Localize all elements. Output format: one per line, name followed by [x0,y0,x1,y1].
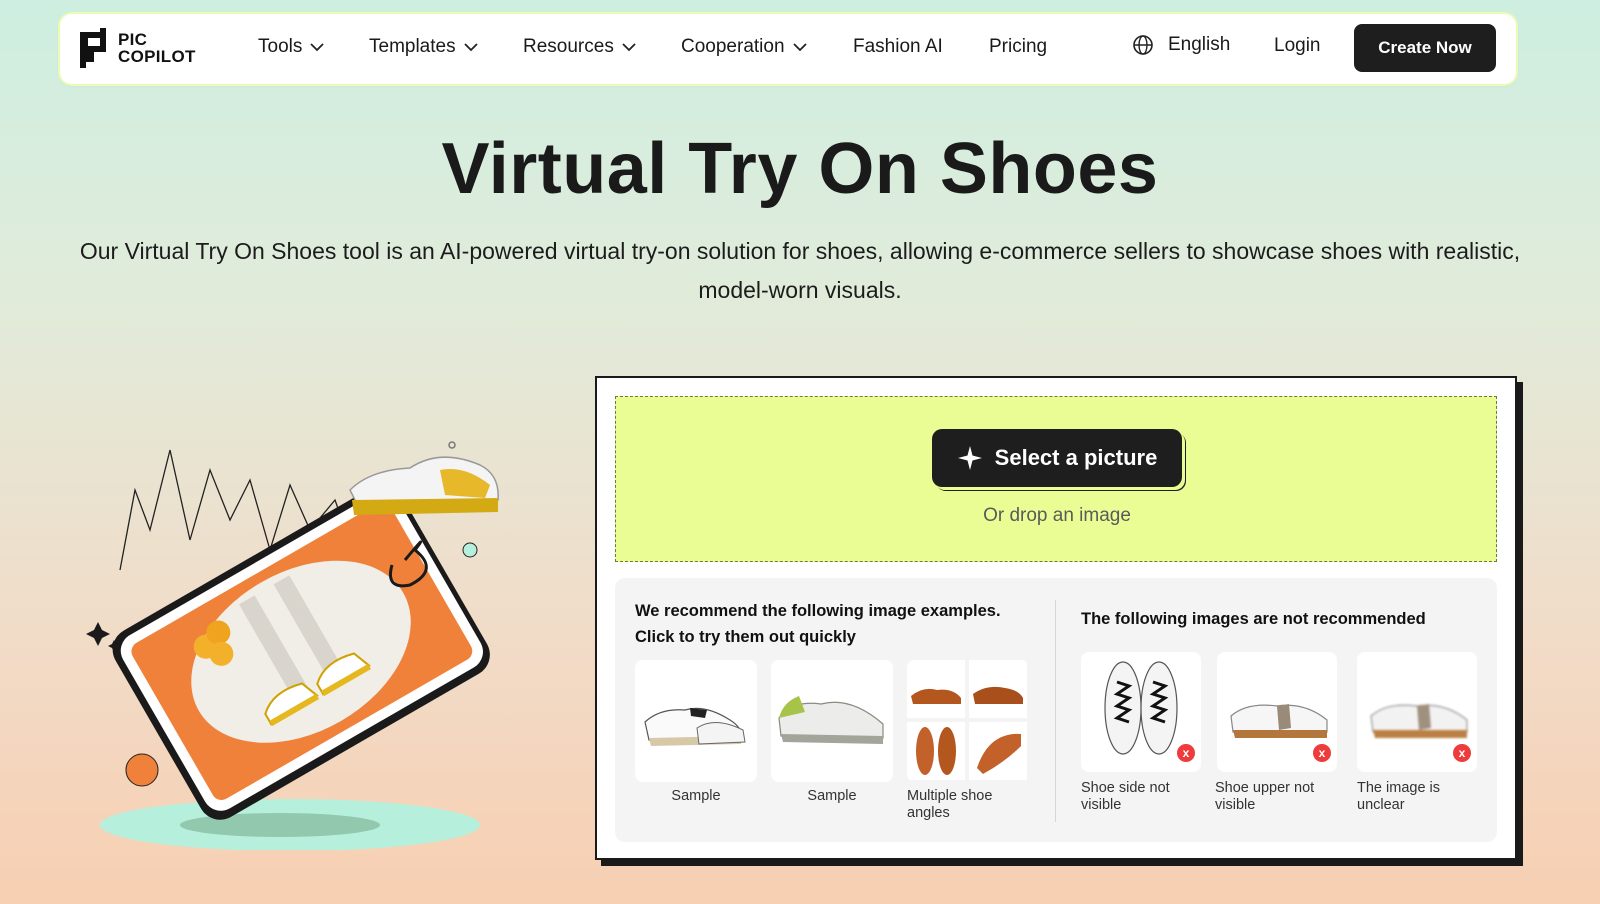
shoe-angle-top [907,722,965,780]
shoe-angle-front [969,722,1027,780]
nav-pricing-label: Pricing [989,36,1048,57]
select-picture-button[interactable]: Select a picture [932,429,1182,487]
nav-cooperation[interactable]: Cooperation [681,36,807,58]
not-recommended-3-label: The image is unclear [1357,780,1441,813]
not-recommended-badge-icon: x [1177,744,1195,762]
brand-logo[interactable]: PIC COPILOT [78,28,196,68]
sparkle-icon [86,622,110,646]
brand-line2: COPILOT [118,47,196,66]
chevron-down-icon [622,43,636,52]
nav-resources[interactable]: Resources [523,36,636,58]
nav-resources-label: Resources [523,36,614,57]
examples-divider [1055,600,1056,822]
recommended-heading: We recommend the following image example… [635,598,1001,650]
nav-cooperation-label: Cooperation [681,36,785,57]
not-recommended-1: x [1081,652,1201,772]
recommended-multiple-angles[interactable] [907,660,1029,782]
top-navbar: PIC COPILOT Tools Templates Resources Co… [60,14,1516,84]
not-recommended-heading: The following images are not recommended [1081,610,1426,628]
teal-dot-decoration [462,542,478,558]
recommended-multiple-angles-label: Multiple shoe angles [907,788,993,821]
recommended-sample-2[interactable] [771,660,893,782]
nav-fashion-ai[interactable]: Fashion AI [853,36,943,58]
nav-templates[interactable]: Templates [369,36,478,58]
not-recommended-2: x [1217,652,1337,772]
orange-dot-decoration [125,753,159,787]
brand-line1: PIC [118,30,148,49]
select-picture-label: Select a picture [994,445,1158,470]
pic-copilot-logo-icon [80,28,106,68]
page-title: Virtual Try On Shoes [441,129,1159,209]
recommended-heading-line2: Click to try them out quickly [635,628,856,646]
nav-fashion-ai-label: Fashion AI [853,36,943,57]
not-recommended-1-label: Shoe side not visible [1081,780,1170,813]
create-now-button[interactable]: Create Now [1354,24,1496,72]
shoe-angle-side-alt [969,660,1027,718]
not-recommended-badge-icon: x [1453,744,1471,762]
recommended-heading-line1: We recommend the following image example… [635,602,1001,620]
not-recommended-3: x [1357,652,1477,772]
brand-wordmark: PIC COPILOT [118,31,196,65]
login-link[interactable]: Login [1274,35,1321,57]
page-subtitle: Our Virtual Try On Shoes tool is an AI-p… [79,238,1521,303]
globe-icon [1133,35,1153,55]
upload-panel: Select a picture Or drop an image We rec… [595,376,1517,860]
nav-tools[interactable]: Tools [258,36,324,58]
language-selector[interactable]: English [1132,34,1230,56]
recommended-sample-1[interactable] [635,660,757,782]
green-sneaker-image [778,696,884,744]
nav-templates-label: Templates [369,36,456,57]
nav-pricing[interactable]: Pricing [989,36,1047,58]
nav-tools-label: Tools [258,36,303,57]
drop-image-hint: Or drop an image [983,505,1131,526]
language-label: English [1168,34,1231,55]
hero-illustration [86,441,499,850]
image-dropzone[interactable]: Select a picture Or drop an image [615,396,1497,562]
chevron-down-icon [463,43,478,52]
sparkle-icon [957,446,982,470]
chevron-down-icon [310,43,324,52]
not-recommended-badge-icon: x [1313,744,1331,762]
not-recommended-2-label: Shoe upper not visible [1215,780,1315,813]
recommended-sample-1-label: Sample [671,788,721,804]
examples-section: We recommend the following image example… [615,578,1497,842]
chevron-down-icon [792,43,807,52]
white-sneaker-image [644,707,746,746]
shoe-angle-side [907,660,965,718]
recommended-sample-2-label: Sample [807,788,857,804]
